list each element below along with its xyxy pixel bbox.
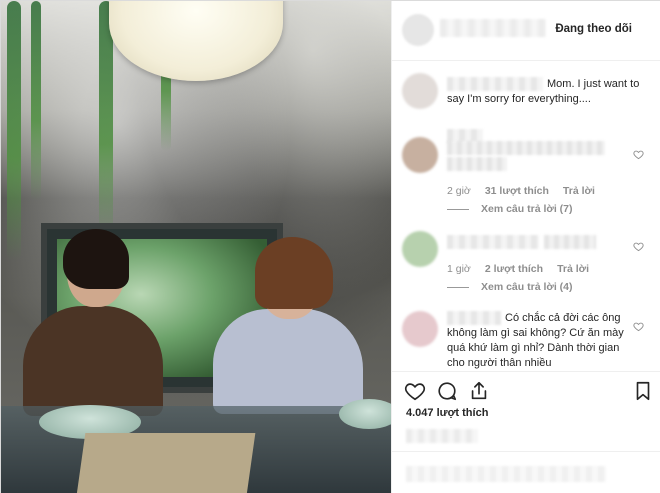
comment-reply-button[interactable]: Trả lời — [563, 185, 595, 197]
post-photo[interactable] — [1, 1, 391, 493]
replies-dash — [447, 286, 469, 288]
photo-fern — [7, 1, 21, 261]
share-icon[interactable] — [468, 380, 490, 402]
comment-like-count[interactable]: 31 lượt thích — [485, 185, 549, 197]
commenter-avatar[interactable] — [402, 231, 438, 267]
photo-person-left-hair — [63, 229, 129, 289]
comment-time: 2 giờ — [447, 185, 471, 197]
comment-meta: 1 giờ 2 lượt thích Trả lời — [447, 263, 589, 275]
post-actions-bar — [392, 371, 660, 407]
follow-status-button[interactable]: Đang theo dõi — [555, 23, 632, 35]
comment-heart-icon[interactable] — [633, 321, 644, 332]
heart-icon[interactable] — [404, 380, 426, 402]
photo-mat — [76, 433, 256, 493]
add-comment-blurred — [406, 466, 606, 482]
bookmark-icon[interactable] — [632, 380, 654, 402]
author-avatar[interactable] — [402, 73, 438, 109]
photo-person-right-hair — [255, 237, 333, 309]
author-avatar[interactable] — [402, 14, 434, 46]
replies-dash — [447, 208, 469, 210]
post-header: Đang theo dõi — [392, 1, 660, 61]
instagram-post-frame: Đang theo dõi Mom. I just want to say I'… — [0, 0, 660, 493]
comment-time: 1 giờ — [447, 263, 471, 275]
comment-reply-button[interactable]: Trả lời — [557, 263, 589, 275]
view-replies-button[interactable]: Xem câu trả lời (7) — [447, 203, 573, 215]
comment-like-count[interactable]: 2 lượt thích — [485, 263, 543, 275]
author-username[interactable] — [440, 19, 546, 37]
comment-text: Có chắc cả đời các ông không làm gì sai … — [447, 312, 624, 369]
comment-icon[interactable] — [436, 380, 458, 402]
commenter-avatar[interactable] — [402, 311, 438, 347]
commenter-username[interactable] — [447, 235, 539, 249]
comment-text-blurred — [447, 157, 507, 171]
post-timestamp-blurred — [406, 429, 478, 443]
view-replies-button[interactable]: Xem câu trả lời (4) — [447, 281, 573, 293]
photo-person-left — [23, 306, 163, 416]
view-replies-label: Xem câu trả lời (4) — [481, 281, 573, 293]
photo-person-right — [213, 309, 363, 414]
comment-text-blurred — [544, 235, 596, 249]
photo-fern — [31, 1, 41, 201]
post-side-panel: Đang theo dõi Mom. I just want to say I'… — [391, 1, 660, 493]
photo-bowl — [339, 399, 391, 429]
caption-text: Mom. I just want to say I'm sorry for ev… — [447, 78, 640, 105]
comment-meta: 2 giờ 31 lượt thích Trả lời — [447, 185, 595, 197]
post-like-count[interactable]: 4.047 lượt thích — [406, 407, 488, 419]
add-comment-bar[interactable] — [392, 451, 660, 493]
comment-text-blurred — [447, 141, 605, 155]
view-replies-label: Xem câu trả lời (7) — [481, 203, 573, 215]
commenter-avatar[interactable] — [402, 137, 438, 173]
comment-heart-icon[interactable] — [633, 241, 644, 252]
comment-heart-icon[interactable] — [633, 149, 644, 160]
